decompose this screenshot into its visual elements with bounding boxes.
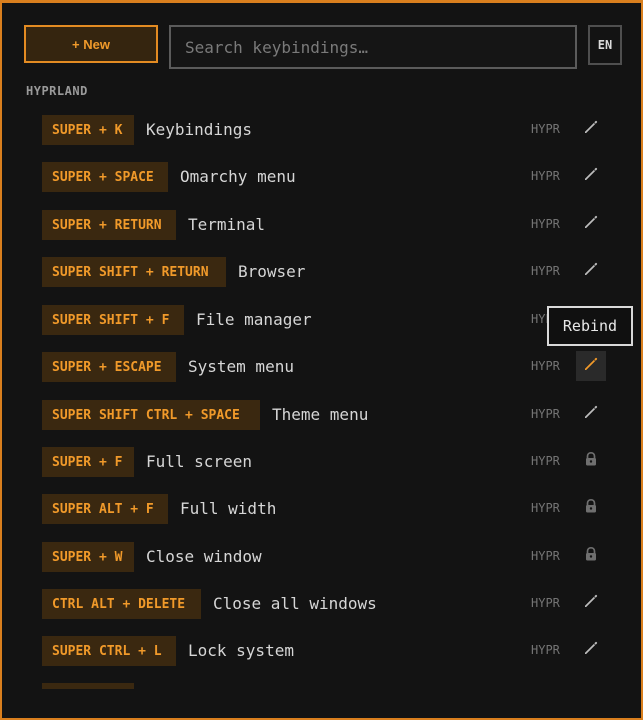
pencil-icon[interactable]	[583, 640, 599, 660]
keybinding-row[interactable]: SUPER + K Keybindings HYPR	[2, 110, 641, 150]
pencil-icon[interactable]	[583, 356, 599, 376]
pencil-icon[interactable]	[583, 593, 599, 613]
source-tag: HYPR	[531, 501, 560, 515]
source-tag: HYPR	[531, 596, 560, 610]
partial-keybinding-chip	[42, 683, 134, 689]
source-tag: HYPR	[531, 359, 560, 373]
rebind-tooltip: Rebind	[547, 306, 633, 346]
keybinding-row[interactable]: SUPER SHIFT + RETURN Browser HYPR	[2, 252, 641, 292]
keybinding-row[interactable]: SUPER CTRL + L Lock system HYPR	[2, 631, 641, 671]
keybinding-row[interactable]: SUPER + F Full screen HYPR	[2, 442, 641, 482]
shortcut-chip: SUPER SHIFT CTRL + SPACE	[42, 400, 260, 430]
shortcut-chip: SUPER SHIFT + RETURN	[42, 257, 226, 287]
shortcut-chip: SUPER + K	[42, 115, 134, 145]
keybinding-label: Terminal	[188, 215, 266, 234]
shortcut-chip: SUPER + F	[42, 447, 134, 477]
shortcut-chip: SUPER + ESCAPE	[42, 352, 176, 382]
shortcut-chip: SUPER + SPACE	[42, 162, 168, 192]
source-tag: HYPR	[531, 549, 560, 563]
source-tag: HYPR	[531, 454, 560, 468]
lock-icon	[583, 498, 599, 518]
edit-binding-button[interactable]	[576, 256, 606, 286]
keybinding-label: Close all windows	[213, 594, 377, 613]
edit-binding-button[interactable]	[576, 588, 606, 618]
keybinding-row[interactable]: SUPER SHIFT + F File manager HYPR	[2, 300, 641, 340]
keybinding-row[interactable]: CTRL ALT + DELETE Close all windows HYPR	[2, 584, 641, 624]
keybinding-label: Lock system	[188, 641, 294, 660]
keybinding-label: Keybindings	[146, 120, 252, 139]
edit-binding-button[interactable]	[576, 161, 606, 191]
shortcut-chip: SUPER CTRL + L	[42, 636, 176, 666]
shortcut-chip: CTRL ALT + DELETE	[42, 589, 201, 619]
keybinding-row[interactable]: SUPER + ESCAPE System menu HYPR	[2, 347, 641, 387]
keybinding-label: File manager	[196, 310, 312, 329]
keybinding-label: Full screen	[146, 452, 252, 471]
edit-binding-button[interactable]	[576, 351, 606, 381]
lock-icon	[576, 493, 606, 523]
source-tag: HYPR	[531, 407, 560, 421]
shortcut-chip: SUPER ALT + F	[42, 494, 168, 524]
edit-binding-button[interactable]	[576, 114, 606, 144]
lock-icon	[583, 451, 599, 471]
keybinding-label: Omarchy menu	[180, 167, 296, 186]
keybinding-row[interactable]: SUPER + SPACE Omarchy menu HYPR	[2, 157, 641, 197]
pencil-icon[interactable]	[583, 166, 599, 186]
lock-icon	[576, 541, 606, 571]
pencil-icon[interactable]	[583, 119, 599, 139]
keybinding-label: Browser	[238, 262, 306, 281]
source-tag: HYPR	[531, 169, 560, 183]
keybinding-list: SUPER + K Keybindings HYPR SUPER + SPACE Oma…	[2, 3, 641, 718]
source-tag: HYPR	[531, 264, 560, 278]
source-tag: HYPR	[531, 643, 560, 657]
edit-binding-button[interactable]	[576, 399, 606, 429]
pencil-icon[interactable]	[583, 404, 599, 424]
keybinding-label: Full width	[180, 499, 277, 518]
shortcut-chip: SUPER + W	[42, 542, 134, 572]
keybinding-row[interactable]: SUPER + W Close window HYPR	[2, 537, 641, 577]
source-tag: HYPR	[531, 217, 560, 231]
keybinding-row[interactable]: SUPER ALT + F Full width HYPR	[2, 489, 641, 529]
shortcut-chip: SUPER + RETURN	[42, 210, 176, 240]
keybindings-window: + New EN HYPRLAND SUPER + KKeybindingsHY…	[0, 0, 643, 720]
edit-binding-button[interactable]	[576, 209, 606, 239]
keybinding-row[interactable]: SUPER + RETURN Terminal HYPR	[2, 205, 641, 245]
shortcut-chip: SUPER SHIFT + F	[42, 305, 184, 335]
pencil-icon[interactable]	[583, 261, 599, 281]
keybinding-label: Theme menu	[272, 405, 369, 424]
keybinding-label: System menu	[188, 357, 294, 376]
keybinding-row[interactable]: SUPER SHIFT CTRL + SPACE Theme menu HYPR	[2, 395, 641, 435]
lock-icon	[576, 446, 606, 476]
edit-binding-button[interactable]	[576, 635, 606, 665]
source-tag: HYPR	[531, 122, 560, 136]
keybinding-label: Close window	[146, 547, 262, 566]
lock-icon	[583, 546, 599, 566]
pencil-icon[interactable]	[583, 214, 599, 234]
